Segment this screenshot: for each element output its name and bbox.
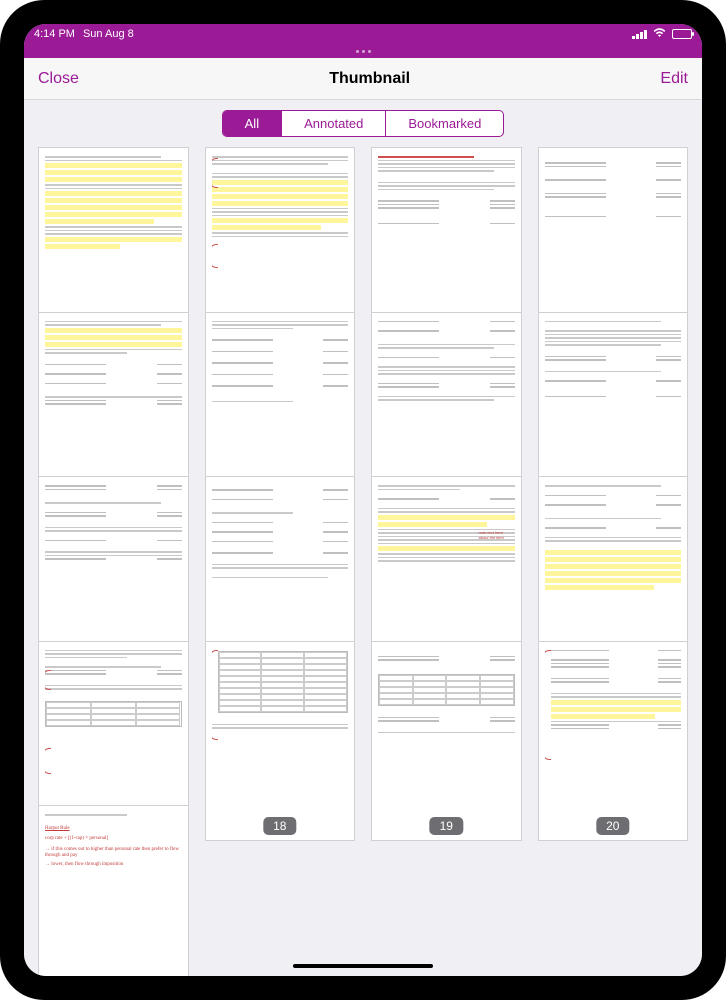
status-bar: 4:14 PM Sun Aug 8	[24, 24, 702, 44]
screen: 4:14 PM Sun Aug 8 Close Thumbnail Edit A…	[24, 24, 702, 976]
thumbnail-grid: 5 6	[24, 143, 702, 976]
signal-icon	[632, 30, 647, 39]
page-title: Thumbnail	[329, 70, 410, 88]
page-thumbnail[interactable]: 18	[205, 641, 356, 842]
page-number-badge: 19	[430, 817, 463, 835]
segment-all[interactable]: All	[223, 111, 282, 136]
page-thumbnail[interactable]: 19	[371, 641, 522, 842]
page-number-badge: 18	[263, 817, 296, 835]
segmented-control-wrap: All Annotated Bookmarked	[24, 100, 702, 143]
home-indicator[interactable]	[293, 964, 433, 968]
page-number-badge: 20	[596, 817, 629, 835]
wifi-icon	[653, 28, 666, 41]
segment-annotated[interactable]: Annotated	[282, 111, 386, 136]
segmented-control: All Annotated Bookmarked	[222, 110, 505, 137]
page-thumbnail[interactable]: 20	[538, 641, 689, 842]
page-thumbnail[interactable]: Harput Rule corp rate + [(1-cap) × perso…	[38, 805, 189, 976]
status-time: 4:14 PM	[34, 28, 75, 40]
navigation-bar: Close Thumbnail Edit	[24, 58, 702, 100]
status-date: Sun Aug 8	[83, 28, 134, 40]
ipad-frame: 4:14 PM Sun Aug 8 Close Thumbnail Edit A…	[0, 0, 726, 1000]
close-button[interactable]: Close	[38, 70, 79, 88]
multitask-dots[interactable]	[24, 44, 702, 58]
segment-bookmarked[interactable]: Bookmarked	[386, 111, 503, 136]
battery-icon	[672, 29, 692, 39]
edit-button[interactable]: Edit	[660, 70, 688, 88]
